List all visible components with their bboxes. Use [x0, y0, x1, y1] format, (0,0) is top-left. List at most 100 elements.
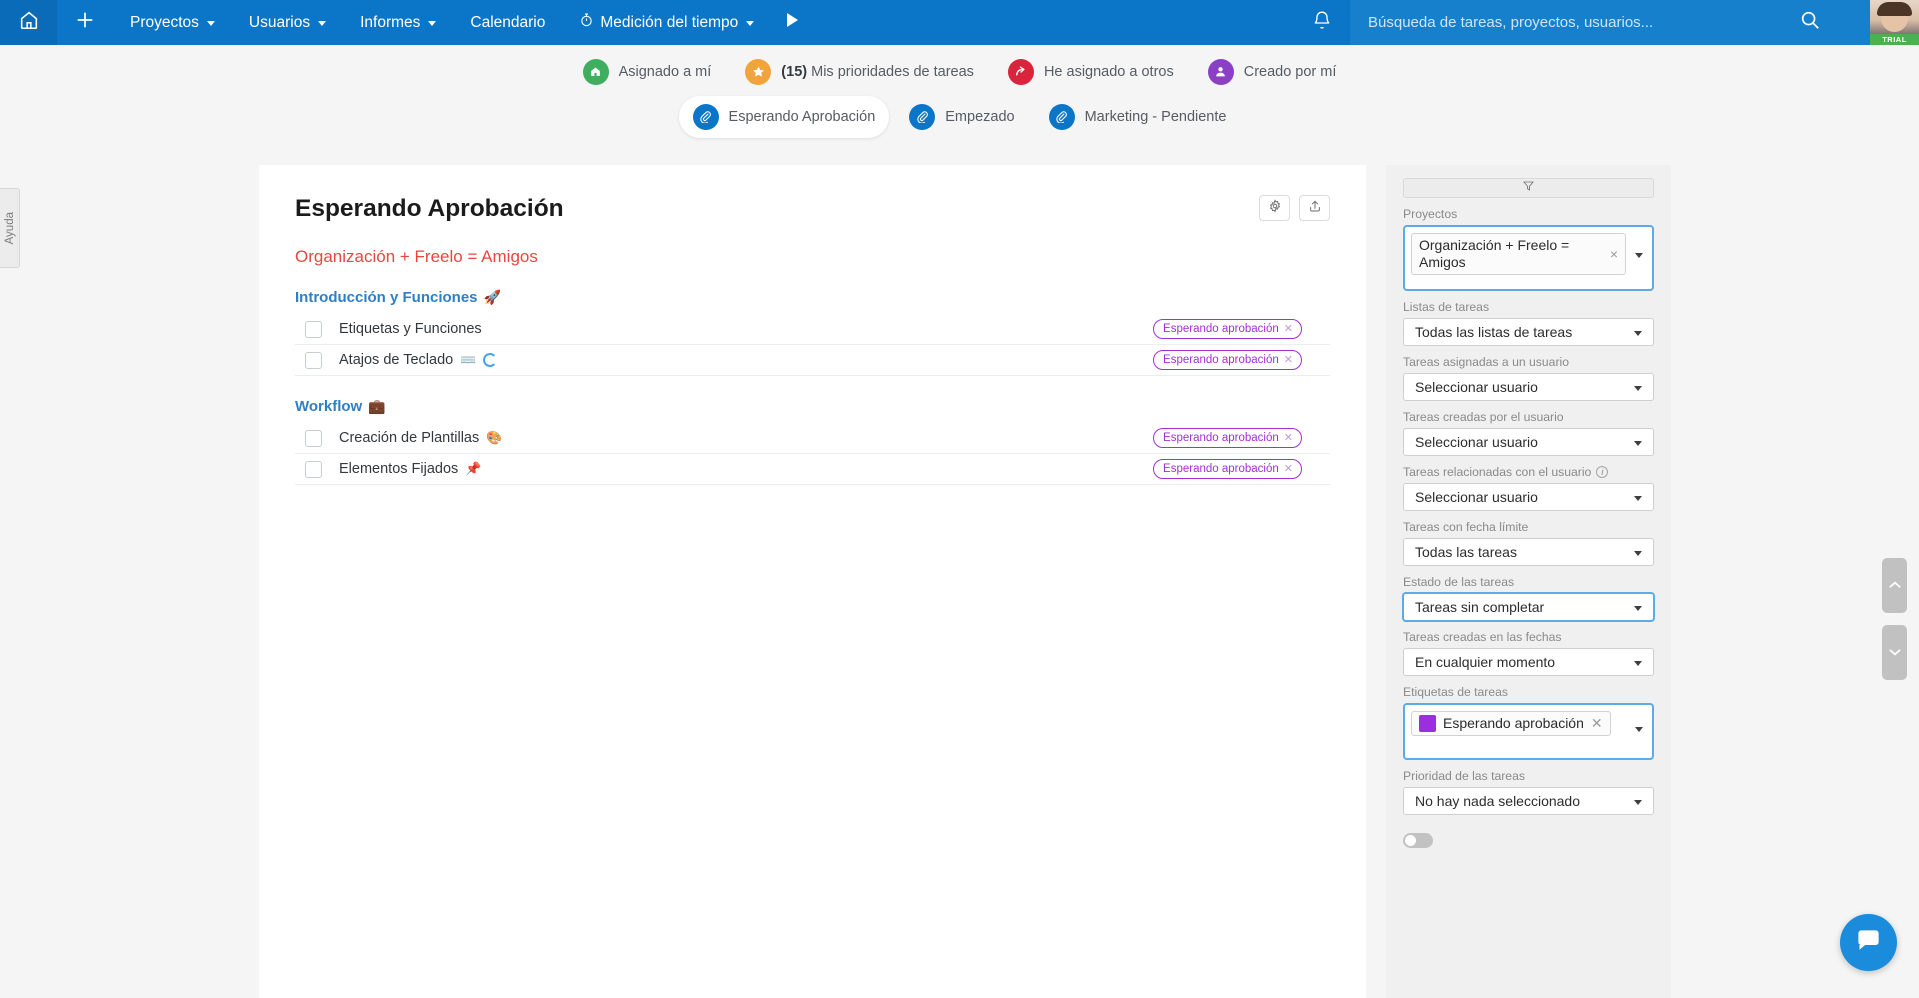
chevron-down-icon — [746, 21, 755, 26]
nav-item-medicion-del-tiempo[interactable]: Medición del tiempo — [562, 0, 771, 45]
stopwatch-icon — [579, 12, 594, 33]
close-icon[interactable]: ✕ — [1284, 431, 1293, 444]
bell-icon — [1312, 10, 1332, 36]
close-icon[interactable]: ✕ — [1284, 353, 1293, 366]
nav-label: Medición del tiempo — [600, 13, 739, 31]
task-lists-select[interactable]: Todas las listas de tareas — [1403, 318, 1654, 346]
quick-filter-empezado[interactable]: Empezado — [895, 96, 1028, 138]
plus-icon — [74, 9, 96, 36]
task-list-section-header[interactable]: Introducción y Funciones 🚀 — [295, 289, 1330, 306]
chevron-down-icon[interactable] — [1635, 727, 1643, 732]
close-icon[interactable]: ✕ — [1284, 322, 1293, 335]
status-badge[interactable]: Esperando aprobación ✕ — [1153, 319, 1302, 339]
related-to-select[interactable]: Seleccionar usuario — [1403, 483, 1654, 511]
selected-project-chip[interactable]: Organización + Freelo = Amigos × — [1411, 233, 1626, 275]
quick-filter-creado-por-mi[interactable]: Creado por mí — [1194, 51, 1351, 93]
projects-multiselect[interactable]: Organización + Freelo = Amigos × — [1403, 225, 1654, 291]
quick-filter-asignado-a-mi[interactable]: Asignado a mí — [569, 51, 726, 93]
notifications-button[interactable] — [1294, 0, 1350, 45]
close-icon[interactable]: × — [1610, 246, 1618, 263]
select-value: Seleccionar usuario — [1415, 379, 1538, 395]
due-date-select[interactable]: Todas las tareas — [1403, 538, 1654, 566]
filter-sidebar: Proyectos Organización + Freelo = Amigos… — [1386, 165, 1671, 998]
created-on-select[interactable]: En cualquier momento — [1403, 648, 1654, 676]
quick-filter-esperando-aprobacion[interactable]: Esperando Aprobación — [678, 95, 890, 138]
status-select[interactable]: Tareas sin completar — [1403, 593, 1654, 621]
priority-select[interactable]: No hay nada seleccionado — [1403, 787, 1654, 815]
selected-tag-chip[interactable]: Esperando aprobación ✕ — [1411, 711, 1611, 736]
chevron-down-icon — [206, 21, 215, 26]
info-icon[interactable]: i — [1596, 466, 1609, 478]
upload-icon — [1308, 199, 1322, 218]
table-row[interactable]: Etiquetas y Funciones Esperando aprobaci… — [295, 314, 1330, 345]
card-header: Esperando Aprobación — [259, 165, 1366, 223]
table-row[interactable]: Atajos de Teclado ⌨️ Esperando aprobació… — [295, 345, 1330, 376]
search-input[interactable] — [1350, 0, 1780, 45]
task-checkbox[interactable] — [305, 460, 322, 478]
avatar[interactable]: TRIAL — [1870, 0, 1919, 45]
paperclip-icon — [1048, 103, 1075, 130]
nav-item-usuarios[interactable]: Usuarios — [232, 0, 343, 45]
filter-label-estado: Estado de las tareas — [1403, 575, 1515, 589]
created-by-select[interactable]: Seleccionar usuario — [1403, 428, 1654, 456]
help-tab[interactable]: Ayuda — [0, 188, 20, 268]
task-title-label: Elementos Fijados — [339, 461, 459, 477]
nav-item-calendario[interactable]: Calendario — [453, 0, 562, 45]
quick-filter-marketing-pendiente[interactable]: Marketing - Pendiente — [1035, 96, 1241, 138]
chevron-down-icon — [1634, 496, 1642, 501]
status-badge[interactable]: Esperando aprobación ✕ — [1153, 459, 1302, 479]
scroll-up-button[interactable] — [1882, 558, 1907, 613]
task-checkbox[interactable] — [305, 351, 322, 369]
loading-spinner-icon — [483, 353, 498, 367]
search-button[interactable] — [1780, 0, 1840, 45]
close-icon[interactable]: ✕ — [1591, 715, 1603, 732]
filter-label-tareas-relacionadas: Tareas relacionadas con el usuario i — [1403, 465, 1654, 479]
tags-multiselect[interactable]: Esperando aprobación ✕ — [1403, 703, 1654, 760]
settings-button[interactable] — [1259, 195, 1290, 221]
quick-filter-he-asignado-a-otros[interactable]: He asignado a otros — [994, 51, 1188, 93]
top-navigation-bar: Proyectos Usuarios Informes Calendario M… — [0, 0, 1919, 45]
global-search[interactable] — [1350, 0, 1870, 45]
status-badge[interactable]: Esperando aprobación ✕ — [1153, 350, 1302, 370]
select-value: Tareas sin completar — [1415, 599, 1545, 615]
extra-option-row[interactable] — [1403, 833, 1654, 848]
task-title[interactable]: Elementos Fijados 📌 — [339, 461, 481, 477]
task-title[interactable]: Atajos de Teclado ⌨️ — [339, 352, 498, 368]
project-name[interactable]: Organización + Freelo = Amigos — [259, 223, 1366, 267]
task-title-label: Etiquetas y Funciones — [339, 321, 482, 337]
star-icon — [745, 58, 772, 85]
export-button[interactable] — [1299, 195, 1330, 221]
nav-item-informes[interactable]: Informes — [343, 0, 453, 45]
assigned-to-select[interactable]: Seleccionar usuario — [1403, 373, 1654, 401]
filter-label-prioridad: Prioridad de las tareas — [1403, 769, 1525, 783]
status-badge[interactable]: Esperando aprobación ✕ — [1153, 428, 1302, 448]
chevron-down-icon[interactable] — [1635, 253, 1643, 258]
filter-label-tareas-asignadas: Tareas asignadas a un usuario — [1403, 355, 1569, 369]
task-title[interactable]: Etiquetas y Funciones — [339, 321, 482, 337]
nav-label: Usuarios — [248, 13, 311, 31]
home-button[interactable] — [0, 0, 57, 45]
gear-icon — [1268, 198, 1282, 218]
scroll-down-button[interactable] — [1882, 625, 1907, 680]
close-icon[interactable]: ✕ — [1284, 462, 1293, 475]
card-header-actions — [1259, 195, 1330, 221]
table-row[interactable]: Elementos Fijados 📌 Esperando aprobación… — [295, 454, 1330, 485]
nav-label: Informes — [360, 13, 421, 31]
chevron-down-icon — [1634, 800, 1642, 805]
add-button[interactable] — [57, 0, 113, 45]
filter-toggle-button[interactable] — [1403, 178, 1654, 198]
table-row[interactable]: Creación de Plantillas 🎨 Esperando aprob… — [295, 423, 1330, 454]
status-badge-label: Esperando aprobación — [1163, 353, 1279, 366]
task-list-section-header[interactable]: Workflow 💼 — [295, 398, 1330, 415]
toggle-switch[interactable] — [1403, 833, 1433, 848]
task-checkbox[interactable] — [305, 429, 322, 447]
nav-item-proyectos[interactable]: Proyectos — [113, 0, 232, 45]
start-timer-button[interactable] — [771, 0, 813, 45]
select-value: Todas las tareas — [1415, 544, 1517, 560]
quick-filter-bar: Asignado a mí (15) Mis prioridades de ta… — [0, 45, 1919, 158]
chat-button[interactable] — [1840, 914, 1897, 971]
quick-filter-mis-prioridades[interactable]: (15) Mis prioridades de tareas — [731, 51, 988, 93]
task-title[interactable]: Creación de Plantillas 🎨 — [339, 430, 502, 446]
task-checkbox[interactable] — [305, 320, 322, 338]
